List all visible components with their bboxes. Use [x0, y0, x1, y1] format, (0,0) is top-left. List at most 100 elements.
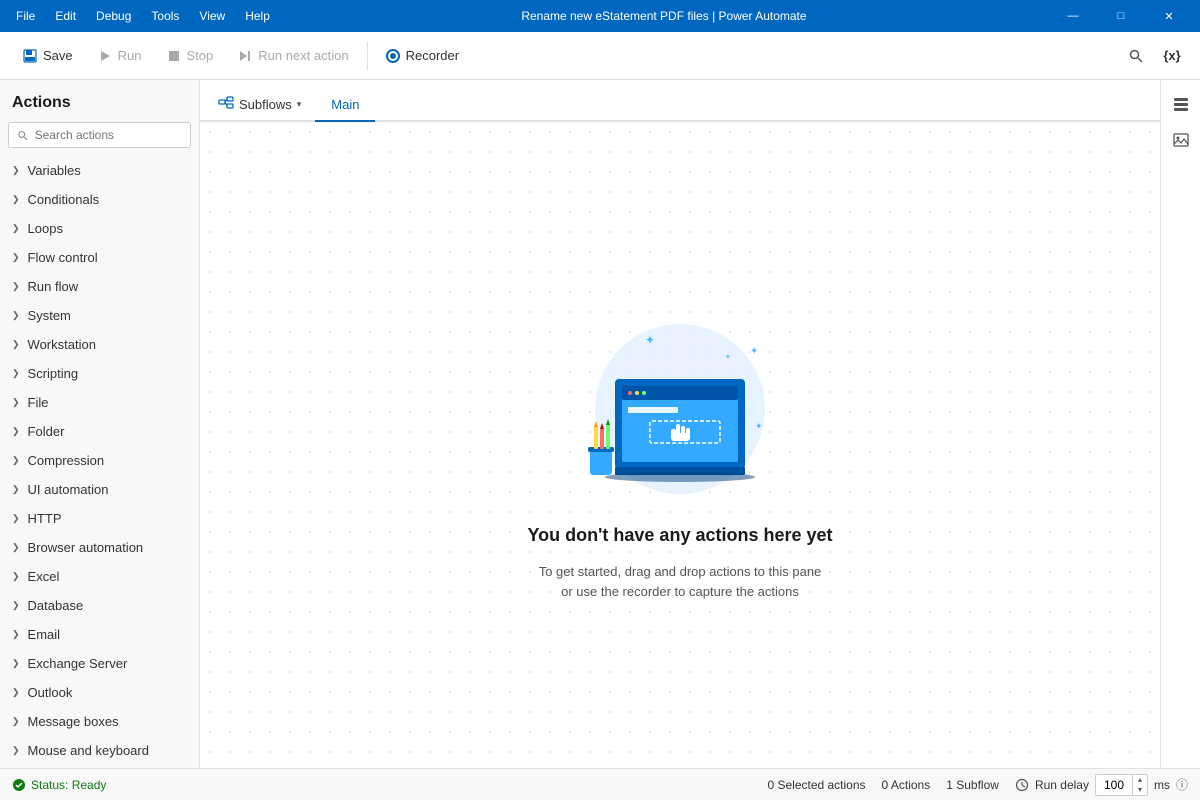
variables-button[interactable]: {x}: [1156, 40, 1188, 72]
chevron-right-icon: ❯: [12, 165, 20, 176]
save-button[interactable]: Save: [12, 42, 83, 70]
actions-search-container: [8, 122, 191, 148]
run-delay-label: Run delay: [1035, 778, 1089, 792]
menu-edit[interactable]: Edit: [47, 5, 84, 27]
actions-count: 0 Actions: [882, 778, 931, 792]
action-item-email[interactable]: ❯ Email: [0, 620, 199, 649]
actions-panel-header: Actions: [0, 80, 199, 122]
main-layout: Actions ❯ Variables ❯ Conditionals ❯ Loo…: [0, 80, 1200, 768]
toolbar: Save Run Stop Run next action Recorder: [0, 32, 1200, 80]
canvas[interactable]: ✦ ✦ ✦ ✦ ✦: [200, 122, 1160, 768]
status-ready: Status: Ready: [12, 778, 106, 792]
action-item-browser-automation[interactable]: ❯ Browser automation: [0, 533, 199, 562]
recorder-dot-inner: [390, 53, 396, 59]
title-bar: File Edit Debug Tools View Help Rename n…: [0, 0, 1200, 32]
chevron-right-icon: ❯: [12, 223, 20, 234]
recorder-button[interactable]: Recorder: [376, 43, 469, 68]
tabs-bar: Subflows ▾ Main: [200, 80, 1160, 122]
run-button[interactable]: Run: [87, 42, 152, 70]
action-item-excel[interactable]: ❯ Excel: [0, 562, 199, 591]
run-delay-increment[interactable]: ▴: [1133, 775, 1147, 785]
action-item-ui-automation[interactable]: ❯ UI automation: [0, 475, 199, 504]
chevron-right-icon: ❯: [12, 658, 20, 669]
run-icon: [97, 48, 113, 64]
run-delay-input-container: ▴ ▾: [1095, 774, 1148, 796]
run-next-icon: [237, 48, 253, 64]
actions-panel: Actions ❯ Variables ❯ Conditionals ❯ Loo…: [0, 80, 200, 768]
action-item-system[interactable]: ❯ System: [0, 301, 199, 330]
chevron-right-icon: ❯: [12, 716, 20, 727]
run-delay-decrement[interactable]: ▾: [1133, 785, 1147, 795]
search-icon: [1128, 48, 1144, 64]
chevron-right-icon: ❯: [12, 629, 20, 640]
run-next-button[interactable]: Run next action: [227, 42, 358, 70]
menu-tools[interactable]: Tools: [143, 5, 187, 27]
chevron-right-icon: ❯: [12, 542, 20, 553]
chevron-right-icon: ❯: [12, 687, 20, 698]
search-icon: [17, 129, 29, 142]
menu-view[interactable]: View: [191, 5, 233, 27]
status-bar: Status: Ready 0 Selected actions 0 Actio…: [0, 768, 1200, 800]
window-controls: — □ ✕: [1050, 0, 1192, 32]
chevron-right-icon: ❯: [12, 513, 20, 524]
run-delay-value[interactable]: [1096, 776, 1132, 794]
empty-state: ✦ ✦ ✦ ✦ ✦: [527, 289, 832, 601]
action-item-file[interactable]: ❯ File: [0, 388, 199, 417]
clock-icon: [1015, 778, 1029, 792]
action-item-database[interactable]: ❯ Database: [0, 591, 199, 620]
run-delay-section: Run delay ▴ ▾ ms ⓘ: [1015, 774, 1188, 796]
action-item-compression[interactable]: ❯ Compression: [0, 446, 199, 475]
action-item-http[interactable]: ❯ HTTP: [0, 504, 199, 533]
tab-main[interactable]: Main: [315, 89, 375, 122]
stop-button[interactable]: Stop: [156, 42, 224, 70]
close-button[interactable]: ✕: [1146, 0, 1192, 32]
menu-debug[interactable]: Debug: [88, 5, 139, 27]
action-item-exchange-server[interactable]: ❯ Exchange Server: [0, 649, 199, 678]
info-icon[interactable]: ⓘ: [1176, 776, 1188, 793]
minimize-button[interactable]: —: [1050, 0, 1096, 32]
empty-state-illustration: ✦ ✦ ✦ ✦ ✦: [560, 289, 800, 509]
ms-label: ms: [1154, 778, 1170, 792]
action-item-run-flow[interactable]: ❯ Run flow: [0, 272, 199, 301]
chevron-right-icon: ❯: [12, 600, 20, 611]
chevron-right-icon: ❯: [12, 252, 20, 263]
search-toolbar-button[interactable]: [1120, 40, 1152, 72]
check-circle-icon: [12, 778, 26, 792]
menu-file[interactable]: File: [8, 5, 43, 27]
action-item-conditionals[interactable]: ❯ Conditionals: [0, 185, 199, 214]
action-item-outlook[interactable]: ❯ Outlook: [0, 678, 199, 707]
search-input[interactable]: [35, 128, 182, 142]
empty-state-subtitle: To get started, drag and drop actions to…: [539, 562, 822, 601]
action-item-mouse-keyboard[interactable]: ❯ Mouse and keyboard: [0, 736, 199, 765]
menu-help[interactable]: Help: [237, 5, 278, 27]
action-item-scripting[interactable]: ❯ Scripting: [0, 359, 199, 388]
svg-text:✦: ✦: [755, 421, 763, 431]
layers-icon: [1172, 95, 1190, 113]
image-button[interactable]: [1165, 124, 1197, 156]
toolbar-separator: [367, 42, 368, 70]
subflows-button[interactable]: Subflows ▾: [208, 88, 311, 120]
svg-text:✦: ✦: [725, 353, 731, 361]
action-item-flow-control[interactable]: ❯ Flow control: [0, 243, 199, 272]
chevron-right-icon: ❯: [12, 426, 20, 437]
chevron-down-icon: ▾: [297, 99, 302, 110]
chevron-right-icon: ❯: [12, 484, 20, 495]
actions-list: ❯ Variables ❯ Conditionals ❯ Loops ❯ Flo…: [0, 156, 199, 768]
action-item-message-boxes[interactable]: ❯ Message boxes: [0, 707, 199, 736]
svg-text:✦: ✦: [750, 346, 758, 357]
empty-state-title: You don't have any actions here yet: [527, 525, 832, 546]
action-item-folder[interactable]: ❯ Folder: [0, 417, 199, 446]
action-item-variables[interactable]: ❯ Variables: [0, 156, 199, 185]
maximize-button[interactable]: □: [1098, 0, 1144, 32]
chevron-right-icon: ❯: [12, 339, 20, 350]
action-item-workstation[interactable]: ❯ Workstation: [0, 330, 199, 359]
chevron-right-icon: ❯: [12, 745, 20, 756]
action-item-loops[interactable]: ❯ Loops: [0, 214, 199, 243]
layers-button[interactable]: [1165, 88, 1197, 120]
window-title: Rename new eStatement PDF files | Power …: [278, 9, 1050, 23]
stop-icon: [166, 48, 182, 64]
chevron-right-icon: ❯: [12, 455, 20, 466]
recorder-dot: [386, 49, 400, 63]
menu-bar: File Edit Debug Tools View Help: [8, 5, 278, 27]
chevron-right-icon: ❯: [12, 310, 20, 321]
